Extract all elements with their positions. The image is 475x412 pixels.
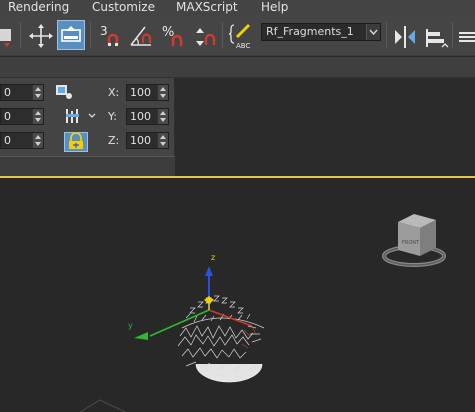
lock-transform-button[interactable] [64,132,88,152]
panel-header-strip [0,57,475,78]
svg-text:ABC: ABC [236,42,250,50]
align-icon[interactable] [421,20,449,50]
mirror-icon[interactable] [390,20,418,50]
move-icon[interactable] [26,20,54,50]
menu-bar: Rendering Customize MAXScript Help [0,0,475,16]
named-selection-set-value: Rf_Fragments_1 [266,25,354,38]
menu-maxscript[interactable]: MAXScript [176,0,238,16]
main-toolbar: 3 % ABC Rf_Fragments_1 [0,16,475,56]
left-spinner-2-value: 0 [4,110,11,123]
menu-rendering[interactable]: Rendering [8,0,69,16]
left-spinner-1[interactable]: 0 [0,84,44,101]
select-place-button[interactable] [57,20,85,50]
spinner-arrows-icon[interactable] [157,85,168,100]
left-spinner-3-value: 0 [4,134,11,147]
toolbar-separator [222,22,223,48]
z-spinner[interactable]: 100 [126,132,169,149]
left-spinner-2[interactable]: 0 [0,108,44,125]
toolbar-separator [386,22,387,48]
menu-customize[interactable]: Customize [92,0,155,16]
toolbar-separator [452,22,453,48]
x-label: X: [108,86,120,99]
spinner-snap-icon[interactable] [190,20,218,50]
angle-snap-icon[interactable] [126,20,154,50]
left-spinner-3[interactable]: 0 [0,132,44,149]
spinner-arrows-icon[interactable] [157,109,168,124]
viewcube-icon[interactable]: FRONT [382,214,446,267]
rayfire-fragments-object[interactable] [177,295,265,383]
z-label: Z: [108,134,120,147]
select-place-icon [61,26,81,42]
pivot-icon [66,109,96,123]
x-spinner[interactable]: 100 [126,84,169,101]
rollout-footer [0,156,175,176]
percent-snap-icon[interactable]: % [158,20,186,50]
chevron-down-icon[interactable] [366,24,380,40]
pivot-options-button[interactable] [64,106,98,124]
transform-rollout: 0 0 0 X: 100 Y: 100 Z: 100 [0,78,175,176]
y-spinner[interactable]: 100 [126,108,169,125]
svg-text:FRONT: FRONT [402,240,420,246]
y-label: Y: [108,110,117,123]
spinner-arrows-icon[interactable] [32,109,43,124]
z-spinner-value: 100 [130,134,151,147]
viewport-scene: FRONT z y [79,214,446,412]
gizmo-y-label: y [128,321,133,330]
perspective-viewport[interactable]: FRONT z y [0,178,475,412]
spinner-arrows-icon[interactable] [32,133,43,148]
menu-help[interactable]: Help [261,0,288,16]
left-spinner-1-value: 0 [4,86,11,99]
named-selection-set-dropdown[interactable]: Rf_Fragments_1 [261,23,381,41]
select-object-icon[interactable] [54,83,76,101]
toolbar-separator [20,22,21,48]
svg-text:3: 3 [100,24,108,38]
toolbar-separator [90,22,91,48]
layer-icon[interactable] [456,20,475,50]
snap-3d-icon[interactable]: 3 [96,20,124,50]
x-spinner-value: 100 [130,86,151,99]
spinner-arrows-icon[interactable] [32,85,43,100]
lock-transform-icon [69,132,83,149]
spinner-arrows-icon[interactable] [157,133,168,148]
gizmo-z-label: z [211,253,215,262]
y-spinner-value: 100 [130,110,151,123]
edit-named-selections-icon[interactable]: ABC [228,20,256,50]
